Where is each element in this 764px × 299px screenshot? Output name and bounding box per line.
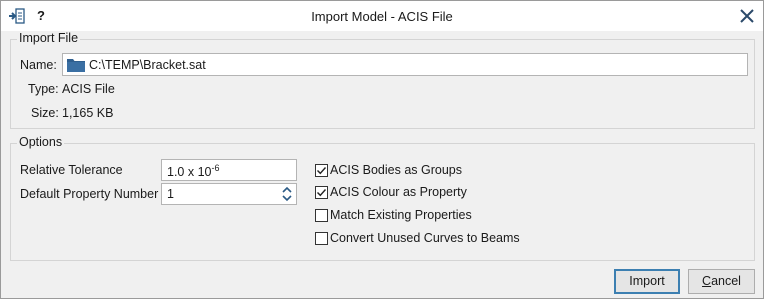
size-label: Size: bbox=[31, 106, 59, 120]
checkbox-unchecked-icon[interactable] bbox=[315, 209, 328, 222]
file-name-field[interactable]: C:\TEMP\Bracket.sat bbox=[62, 53, 748, 76]
checkbox-unchecked-icon[interactable] bbox=[315, 232, 328, 245]
checkbox-label: ACIS Bodies as Groups bbox=[330, 163, 463, 177]
file-name-value: C:\TEMP\Bracket.sat bbox=[89, 58, 206, 72]
cancel-button[interactable]: Cancel bbox=[688, 269, 755, 294]
import-model-dialog: ? Import Model - ACIS File Import File N… bbox=[0, 0, 764, 299]
folder-icon bbox=[67, 57, 85, 72]
relative-tolerance-exponent: -6 bbox=[211, 163, 220, 173]
options-group-label: Options bbox=[17, 135, 65, 149]
title-bar: ? Import Model - ACIS File bbox=[1, 1, 763, 31]
checkbox-label: Match Existing Properties bbox=[330, 208, 472, 222]
default-property-stepper[interactable]: 1 bbox=[161, 183, 297, 205]
relative-tolerance-base: 1.0 x 10 bbox=[167, 165, 212, 180]
default-property-label: Default Property Number bbox=[20, 187, 159, 201]
spin-arrows-icon[interactable] bbox=[280, 184, 294, 204]
checkbox-checked-icon[interactable] bbox=[315, 164, 328, 177]
size-value: 1,165 KB bbox=[62, 106, 114, 120]
dialog-title: Import Model - ACIS File bbox=[311, 9, 453, 24]
import-button[interactable]: Import bbox=[614, 269, 680, 294]
close-icon[interactable] bbox=[737, 6, 757, 26]
default-property-value: 1 bbox=[167, 187, 174, 201]
checkbox-label: Convert Unused Curves to Beams bbox=[330, 231, 520, 245]
name-label: Name: bbox=[20, 58, 57, 72]
checkbox-checked-icon[interactable] bbox=[315, 186, 328, 199]
type-value: ACIS File bbox=[62, 82, 115, 96]
import-file-group-label: Import File bbox=[17, 31, 81, 45]
relative-tolerance-input[interactable]: 1.0 x 10-6 bbox=[161, 159, 297, 181]
relative-tolerance-label: Relative Tolerance bbox=[20, 163, 123, 177]
type-label: Type: bbox=[28, 82, 59, 96]
checkbox-label: ACIS Colour as Property bbox=[330, 185, 467, 199]
